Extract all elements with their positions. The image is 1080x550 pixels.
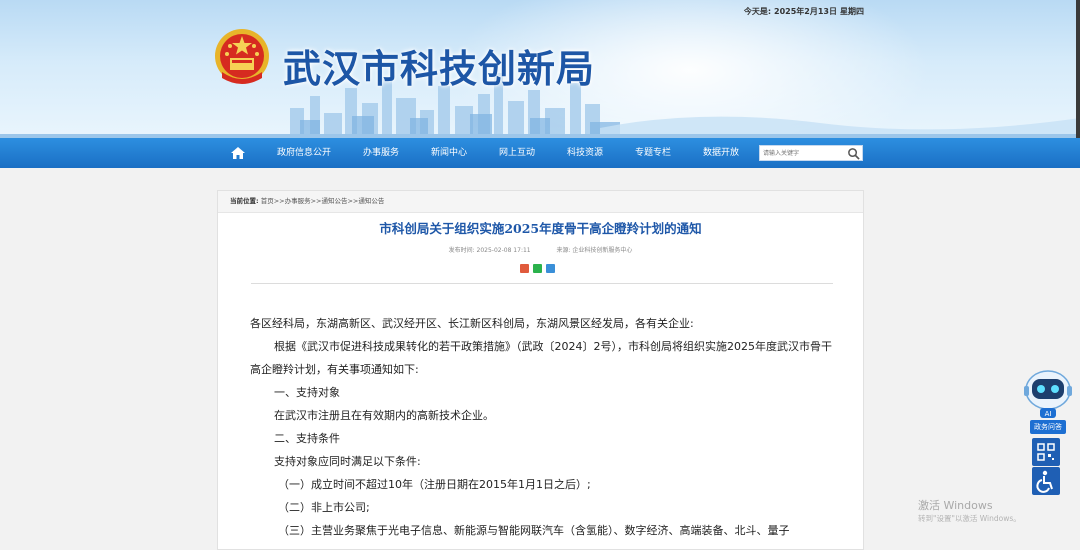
date-label: 今天是: [743, 7, 772, 16]
article-paragraph: 在武汉市注册且在有效期内的高新技术企业。 [274, 409, 494, 422]
site-header: 武汉市科技创新局 今天是: 2025年2月13日 星期四 [0, 0, 1080, 138]
article-meta: 发布时间: 2025-02-08 17:11 来源: 企业科技创新服务中心 [218, 245, 863, 254]
nav-item-interaction[interactable]: 网上互动 [499, 138, 535, 168]
search-input[interactable] [763, 147, 843, 159]
qr-code-icon [1037, 443, 1055, 461]
weibo-share-icon[interactable] [520, 264, 529, 273]
windows-activation-title: 激活 Windows [918, 499, 993, 512]
nav-item-special-topics[interactable]: 专题专栏 [635, 138, 671, 168]
source-label: 来源: [556, 247, 571, 254]
article-paragraph: 支持对象应同时满足以下条件: [274, 455, 421, 468]
article-title: 市科创局关于组织实施2025年度骨干高企瞪羚计划的通知 [379, 221, 702, 236]
nav-item-gov-info[interactable]: 政府信息公开 [277, 138, 331, 168]
breadcrumb: 当前位置: 首页>>办事服务>>通知公告>>通知公告 [218, 191, 863, 213]
breadcrumb-label: 当前位置: [230, 197, 259, 205]
article-paragraph: （一）成立时间不超过10年（注册日期在2015年1月1日之后）; [278, 478, 591, 491]
window-edge [1076, 0, 1080, 138]
nav-item-tech-resources[interactable]: 科技资源 [567, 138, 603, 168]
wheelchair-icon [1036, 470, 1053, 493]
date-display: 今天是: 2025年2月13日 星期四 [741, 6, 864, 17]
nav-item-news[interactable]: 新闻中心 [431, 138, 467, 168]
home-icon[interactable] [230, 145, 246, 161]
share-bar [520, 264, 559, 274]
weekday: 星期四 [840, 7, 864, 16]
article-paragraph: 二、支持条件 [274, 432, 340, 445]
article-paragraph: 一、支持对象 [274, 386, 340, 399]
article-paragraph: 各区经科局，东湖高新区、武汉经开区、长江新区科创局，东湖风景区经发局，各有关企业… [250, 317, 694, 330]
content-divider [251, 283, 833, 284]
article-paragraph: 根据《武汉市促进科技成果转化的若干政策措施》（武政〔2024〕2号），市科创局将… [250, 340, 832, 376]
svg-text:AI: AI [1045, 410, 1052, 418]
source-name: 企业科技创新服务中心 [572, 247, 633, 254]
main-nav: 政府信息公开 办事服务 新闻中心 网上互动 科技资源 专题专栏 数据开放 [0, 138, 1080, 168]
site-title: 武汉市科技创新局 [283, 46, 596, 91]
nav-item-open-data[interactable]: 数据开放 [703, 138, 739, 168]
article-paragraph: （二）非上市公司; [278, 501, 370, 514]
publish-time: 2025-02-08 17:11 [476, 247, 531, 254]
publish-label: 发布时间: [448, 247, 475, 254]
national-emblem-icon [215, 29, 269, 84]
ai-assistant-label[interactable]: 政务问答 [1030, 420, 1066, 434]
article-card: 当前位置: 首页>>办事服务>>通知公告>>通知公告 市科创局关于组织实施202… [217, 190, 864, 550]
nav-item-services[interactable]: 办事服务 [363, 138, 399, 168]
accessibility-button[interactable] [1032, 467, 1060, 495]
search-box [759, 145, 863, 161]
date-value: 2025年2月13日 [774, 7, 837, 16]
breadcrumb-trail[interactable]: 首页>>办事服务>>通知公告>>通知公告 [261, 197, 385, 205]
qr-code-button[interactable] [1032, 438, 1060, 466]
qzone-share-icon[interactable] [546, 264, 555, 273]
search-icon[interactable] [847, 147, 860, 160]
wechat-share-icon[interactable] [533, 264, 542, 273]
windows-activation-hint: 转到"设置"以激活 Windows。 [918, 514, 1021, 523]
article-paragraph: （三）主营业务聚焦于光电子信息、新能源与智能网联汽车（含氢能）、数字经济、高端装… [278, 524, 790, 537]
article-body: 各区经科局，东湖高新区、武汉经开区、长江新区科创局，东湖风景区经发局，各有关企业… [250, 312, 835, 542]
